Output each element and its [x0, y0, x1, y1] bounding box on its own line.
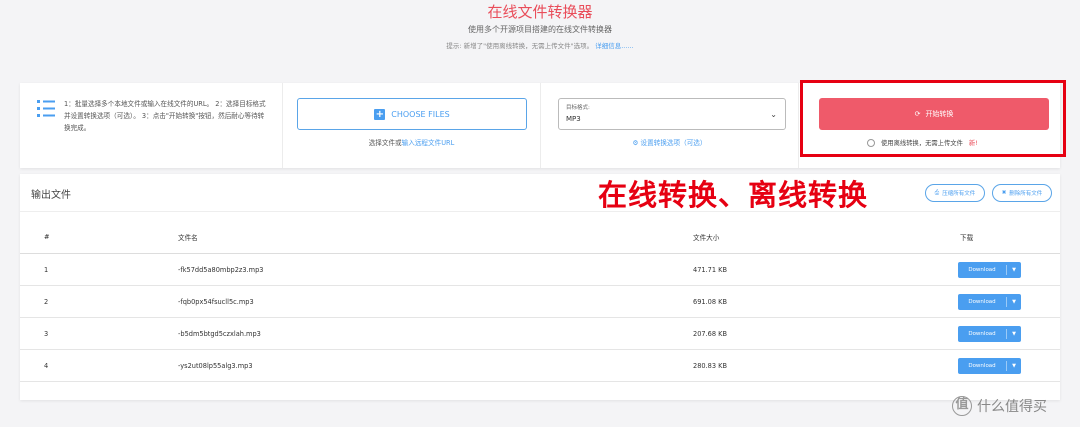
row-size: 280.83 KB — [693, 361, 728, 370]
highlight-box: ⟳ 开始转换 使用离线转换，无需上传文件 新! — [800, 80, 1066, 157]
row-num: 1 — [44, 265, 49, 274]
list-icon — [37, 100, 55, 117]
conversion-options-label: 设置转换选项（可选） — [640, 139, 707, 147]
conversion-options-link[interactable]: ⚙ 设置转换选项（可选） — [541, 137, 798, 147]
delete-all-label: 删除所有文件 — [1009, 191, 1043, 197]
page-header: 在线文件转换器 使用多个开源项目搭建的在线文件转换器 提示: 新增了"使用离线转… — [0, 0, 1080, 60]
format-column: 目标格式: MP3 ⌄ ⚙ 设置转换选项（可选） — [540, 83, 798, 168]
start-conversion-button[interactable]: ⟳ 开始转换 — [819, 98, 1049, 130]
col-download: 下载 — [960, 233, 974, 242]
row-size: 471.71 KB — [693, 265, 728, 274]
download-label: Download — [968, 330, 996, 337]
download-button[interactable]: Download ▼ — [958, 357, 1021, 374]
compress-all-button[interactable]: ⎙ 压缩所有文件 — [925, 184, 985, 202]
download-label: Download — [968, 362, 996, 369]
caret-down-icon[interactable]: ▼ — [1007, 299, 1021, 305]
target-format-value: MP3 — [566, 115, 581, 123]
offline-checkbox[interactable] — [867, 138, 875, 147]
col-size: 文件大小 — [693, 233, 720, 242]
tip-text: 提示: 新增了"使用离线转换，无需上传文件"选项。 — [446, 42, 594, 50]
offline-label: 使用离线转换，无需上传文件 — [881, 140, 963, 147]
offline-option[interactable]: 使用离线转换，无需上传文件 新! — [867, 138, 978, 147]
page-subtitle: 使用多个开源项目搭建的在线文件转换器 — [468, 25, 612, 34]
col-num: # — [44, 232, 50, 241]
compress-icon: ⎙ — [934, 189, 940, 196]
download-label: Download — [968, 298, 996, 305]
delete-all-button[interactable]: ✖ 删除所有文件 — [992, 184, 1052, 202]
choose-hint-text: 选择文件或 — [368, 139, 402, 147]
row-size: 207.68 KB — [693, 329, 728, 338]
annotation-text: 在线转换、离线转换 — [598, 178, 869, 212]
table-row: 1 -fk57dd5a80mbp2z3.mp3 471.71 KB Downlo… — [20, 254, 1060, 286]
row-size: 691.08 KB — [693, 297, 728, 306]
watermark: 值 什么值得买 — [952, 396, 1047, 416]
table-row: 3 -b5dm5btgd5czxlah.mp3 207.68 KB Downlo… — [20, 318, 1060, 350]
table-row: 4 -ys2ut08lp55alg3.mp3 280.83 KB Downloa… — [20, 350, 1060, 382]
choose-files-label: CHOOSE FILES — [391, 109, 450, 119]
start-conversion-label: 开始转换 — [925, 110, 954, 118]
watermark-text: 什么值得买 — [977, 399, 1047, 415]
output-title: 输出文件 — [31, 190, 71, 201]
row-num: 2 — [44, 297, 49, 306]
output-panel: 输出文件 ⎙ 压缩所有文件 ✖ 删除所有文件 # 文件名 文件大小 下载 1 -… — [20, 174, 1060, 400]
remote-url-link[interactable]: 输入远程文件URL — [402, 139, 455, 147]
row-filename: -ys2ut08lp55alg3.mp3 — [178, 361, 253, 370]
table-row: 2 -fqb0px54fsucll5c.mp3 691.08 KB Downlo… — [20, 286, 1060, 318]
row-filename: -b5dm5btgd5czxlah.mp3 — [178, 329, 261, 338]
refresh-icon: ⟳ — [914, 110, 921, 118]
page-title: 在线文件转换器 — [487, 3, 593, 21]
caret-down-icon[interactable]: ▼ — [1007, 267, 1021, 273]
file-select-column: + CHOOSE FILES 选择文件或输入远程文件URL — [282, 83, 540, 168]
chevron-down-icon: ⌄ — [770, 110, 777, 119]
download-button[interactable]: Download ▼ — [958, 261, 1021, 278]
choose-files-button[interactable]: + CHOOSE FILES — [297, 98, 527, 130]
page-tip: 提示: 新增了"使用离线转换，无需上传文件"选项。 详细信息...... — [0, 40, 1080, 50]
new-badge: 新! — [968, 140, 978, 147]
watermark-logo-icon: 值 — [952, 396, 972, 416]
caret-down-icon[interactable]: ▼ — [1007, 331, 1021, 337]
divider — [20, 211, 1060, 212]
tip-details-link[interactable]: 详细信息...... — [595, 42, 633, 50]
download-button[interactable]: Download ▼ — [958, 325, 1021, 342]
target-format-select[interactable]: 目标格式: MP3 ⌄ — [558, 98, 786, 130]
gear-icon: ⚙ — [632, 139, 639, 147]
plus-icon: + — [374, 108, 386, 120]
row-num: 4 — [44, 361, 49, 370]
target-format-label: 目标格式: — [566, 105, 590, 111]
download-label: Download — [968, 266, 996, 273]
download-button[interactable]: Download ▼ — [958, 293, 1021, 310]
caret-down-icon[interactable]: ▼ — [1007, 363, 1021, 369]
close-icon: ✖ — [1001, 190, 1007, 196]
table-header: # 文件名 文件大小 下载 — [20, 220, 1060, 254]
instructions-text: 1：批量选择多个本地文件或输入在线文件的URL。 2：选择目标格式并设置转换选项… — [64, 100, 266, 132]
choose-hint: 选择文件或输入远程文件URL — [283, 137, 540, 147]
compress-all-label: 压缩所有文件 — [942, 191, 976, 197]
row-filename: -fqb0px54fsucll5c.mp3 — [178, 297, 254, 306]
col-name: 文件名 — [178, 233, 198, 242]
instructions-column: 1：批量选择多个本地文件或输入在线文件的URL。 2：选择目标格式并设置转换选项… — [20, 83, 282, 168]
row-filename: -fk57dd5a80mbp2z3.mp3 — [178, 265, 264, 274]
row-num: 3 — [44, 329, 49, 338]
